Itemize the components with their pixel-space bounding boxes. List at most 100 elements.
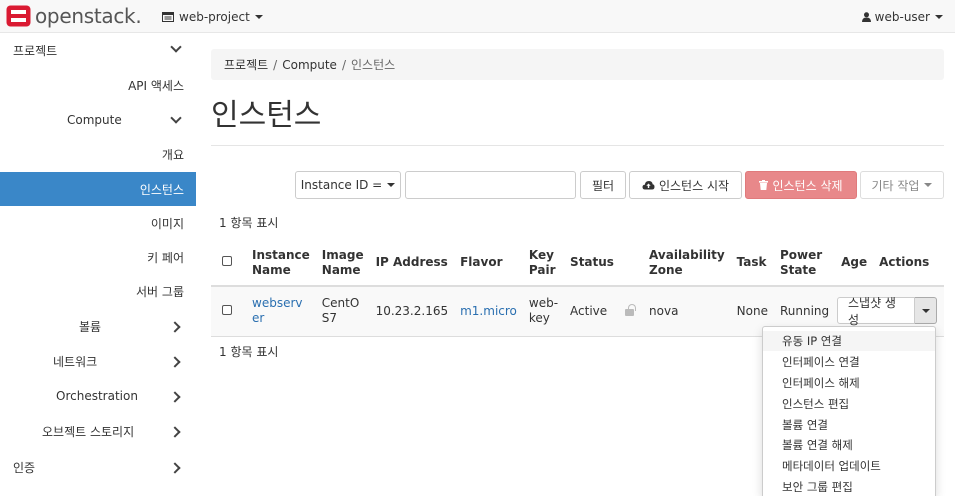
header-task[interactable]: Task	[730, 240, 774, 287]
menu-item-detach-volume[interactable]: 볼륨 연결 해제	[763, 435, 935, 455]
more-actions-label: 기타 작업	[871, 178, 920, 193]
chevron-down-icon	[935, 14, 943, 19]
chevron-down-icon	[254, 14, 263, 19]
cell-key-pair: web-key	[522, 286, 565, 337]
chevron-down-icon	[170, 112, 182, 124]
cell-instance-name[interactable]: webserv er	[246, 286, 316, 337]
row-select-cell	[211, 286, 246, 337]
unlock-icon	[625, 303, 637, 316]
sidebar-item-key-pairs[interactable]: 키 페어	[0, 240, 196, 274]
filter-input[interactable]	[405, 171, 576, 199]
cloud-upload-icon	[642, 181, 655, 190]
sidebar-item-label: 인증	[13, 460, 36, 475]
menu-item-update-metadata[interactable]: 메타데이터 업데이트	[763, 456, 935, 476]
header-status[interactable]: Status	[564, 240, 644, 287]
cell-ip-address: 10.23.2.165	[369, 286, 455, 337]
user-menu[interactable]: web-user	[861, 0, 943, 33]
filter-button-label: 필터	[591, 178, 615, 193]
sidebar: 프로젝트 API 액세스 Compute 개요 인스턴스 이미지 키 페어 서버…	[0, 33, 196, 496]
row-actions-menu: 유동 IP 연결 인터페이스 연결 인터페이스 해제 인스턴스 편집 볼륨 연결…	[762, 326, 936, 496]
sidebar-item-overview[interactable]: 개요	[0, 137, 196, 171]
cell-availability-zone: nova	[643, 286, 731, 337]
chevron-down-icon	[924, 183, 933, 187]
filter-field-select[interactable]: Instance ID =	[295, 171, 401, 199]
sidebar-item-compute[interactable]: Compute	[0, 103, 196, 137]
instances-table: Instance Name Image Name IP Address Flavor…	[211, 240, 944, 337]
chevron-down-icon	[921, 308, 930, 313]
delete-instances-button[interactable]: 인스턴스 삭제	[745, 171, 857, 199]
header-age[interactable]: Age	[835, 240, 874, 287]
breadcrumb-separator: /	[273, 57, 278, 72]
row-checkbox[interactable]	[222, 304, 232, 315]
sidebar-item-identity[interactable]: 인증	[0, 450, 196, 484]
header-key-pair[interactable]: Key Pair	[522, 240, 565, 287]
menu-item-attach-interface[interactable]: 인터페이스 연결	[763, 352, 935, 372]
cell-image-name: CentO S7	[315, 286, 370, 337]
chevron-down-icon	[387, 183, 396, 187]
launch-instance-button[interactable]: 인스턴스 시작	[629, 171, 742, 199]
instance-link[interactable]: webserv er	[252, 296, 302, 325]
select-all-checkbox[interactable]	[222, 256, 232, 266]
project-switcher[interactable]: web-project	[162, 0, 263, 33]
chevron-right-icon	[169, 356, 181, 368]
items-count-bottom: 1 항목 표시	[219, 345, 279, 359]
header-image-name[interactable]: Image Name	[315, 240, 370, 287]
header-actions: Actions	[873, 240, 944, 287]
menu-item-detach-interface[interactable]: 인터페이스 해제	[763, 373, 935, 393]
sidebar-item-label: 오브젝트 스토리지	[42, 424, 135, 439]
sidebar-item-api-access[interactable]: API 액세스	[0, 68, 196, 102]
sidebar-item-orchestration[interactable]: Orchestration	[0, 379, 196, 413]
chevron-right-icon	[169, 391, 181, 403]
sidebar-item-network[interactable]: 네트워크	[0, 344, 196, 378]
menu-item-attach-volume[interactable]: 볼륨 연결	[763, 415, 935, 435]
more-actions-button[interactable]: 기타 작업	[860, 171, 944, 199]
top-navbar: openstack. web-project web-user	[0, 0, 955, 33]
row-actions-toggle[interactable]	[915, 297, 937, 324]
openstack-logo-icon	[6, 5, 31, 27]
breadcrumb-project[interactable]: 프로젝트	[224, 56, 268, 73]
filter-field-label: Instance ID =	[300, 178, 383, 192]
breadcrumb-separator: /	[341, 57, 346, 72]
sidebar-item-label: Compute	[67, 113, 122, 127]
menu-item-edit-security-groups[interactable]: 보안 그룹 편집	[763, 477, 935, 496]
create-snapshot-button[interactable]: 스냅샷 생성	[837, 296, 915, 327]
project-name: web-project	[179, 9, 250, 24]
table-header-row: Instance Name Image Name IP Address Flavor…	[211, 240, 944, 287]
page-title: 인스턴스	[211, 98, 322, 133]
brand-text: openstack.	[35, 4, 142, 28]
header-ip-address[interactable]: IP Address	[369, 240, 455, 287]
header-instance-name[interactable]: Instance Name	[246, 240, 316, 287]
sidebar-item-label: 볼륨	[79, 319, 102, 334]
divider	[211, 145, 944, 146]
sidebar-item-label: 인스턴스	[139, 182, 184, 197]
items-count-top: 1 항목 표시	[219, 216, 279, 230]
user-name: web-user	[874, 9, 930, 24]
header-power-state[interactable]: Power State	[773, 240, 836, 287]
chevron-down-icon	[170, 41, 182, 53]
header-availability-zone[interactable]: Availability Zone	[643, 240, 731, 287]
sidebar-item-object-store[interactable]: 오브젝트 스토리지	[0, 414, 196, 448]
project-icon	[162, 11, 174, 22]
menu-item-edit-instance[interactable]: 인스턴스 편집	[763, 394, 935, 414]
cell-status: Active	[564, 286, 644, 337]
brand-logo-link[interactable]: openstack.	[6, 4, 142, 28]
menu-item-associate-floating-ip[interactable]: 유동 IP 연결	[763, 331, 935, 351]
sidebar-item-volumes[interactable]: 볼륨	[0, 309, 196, 343]
trash-icon	[759, 180, 769, 190]
sidebar-item-label: Orchestration	[56, 389, 138, 403]
filter-button[interactable]: 필터	[580, 171, 626, 199]
sidebar-item-images[interactable]: 이미지	[0, 206, 196, 240]
sidebar-item-instances[interactable]: 인스턴스	[0, 172, 196, 206]
chevron-right-icon	[169, 321, 181, 333]
user-icon	[861, 11, 871, 22]
sidebar-item-label: 키 페어	[147, 250, 184, 265]
header-flavor[interactable]: Flavor	[454, 240, 523, 287]
breadcrumb-compute[interactable]: Compute	[282, 58, 337, 72]
sidebar-item-server-groups[interactable]: 서버 그룹	[0, 274, 196, 308]
flavor-link[interactable]: m1.micro	[460, 304, 517, 318]
breadcrumb-instances: 인스턴스	[351, 58, 396, 72]
delete-instances-label: 인스턴스 삭제	[772, 178, 843, 193]
launch-instance-label: 인스턴스 시작	[658, 178, 730, 193]
sidebar-item-project[interactable]: 프로젝트	[0, 33, 196, 67]
cell-flavor: m1.micro	[454, 286, 523, 337]
